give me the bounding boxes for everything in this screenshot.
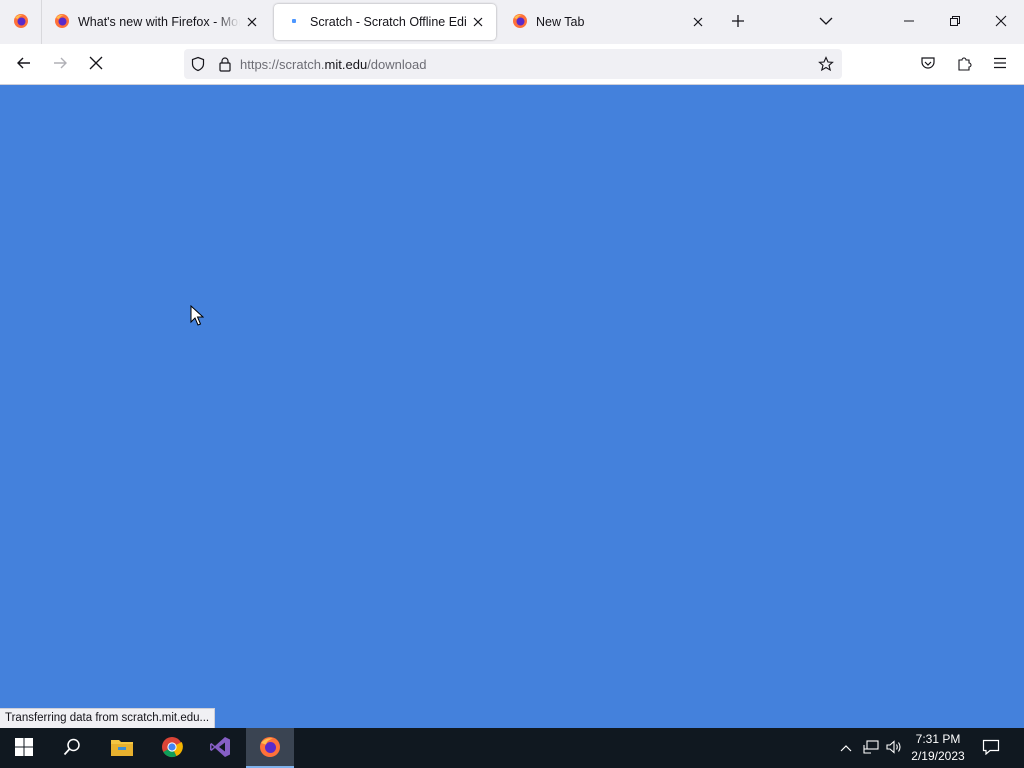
firefox-icon xyxy=(13,13,29,32)
url-text[interactable]: https://scratch.mit.edu/download xyxy=(240,57,426,72)
minimize-button[interactable] xyxy=(886,0,932,44)
tab-title: Scratch - Scratch Offline Editor xyxy=(310,15,466,29)
arrow-right-icon xyxy=(52,55,68,74)
puzzle-icon xyxy=(956,55,972,74)
app-menu-button[interactable] xyxy=(984,48,1016,80)
notification-icon xyxy=(982,739,1000,758)
close-tab-icon[interactable] xyxy=(690,14,706,30)
shield-icon[interactable] xyxy=(190,56,206,72)
restore-icon xyxy=(949,15,961,30)
stop-icon xyxy=(89,56,103,73)
firefox-icon xyxy=(259,736,281,761)
chrome-icon xyxy=(161,736,183,761)
bookmark-star-icon[interactable] xyxy=(818,56,834,72)
action-center-button[interactable] xyxy=(978,728,1004,768)
close-tab-icon[interactable] xyxy=(244,14,260,30)
clock-date: 2/19/2023 xyxy=(911,749,965,763)
taskbar-visual-studio[interactable] xyxy=(196,728,244,768)
pocket-button[interactable] xyxy=(912,48,944,80)
taskbar-firefox[interactable] xyxy=(246,728,294,768)
minimize-icon xyxy=(903,15,915,30)
navigation-toolbar: https://scratch.mit.edu/download xyxy=(0,44,1024,85)
new-tab-button[interactable] xyxy=(722,6,754,38)
tab-scratch[interactable]: Scratch - Scratch Offline Editor xyxy=(274,4,496,40)
tab-title: What's new with Firefox - More xyxy=(78,15,240,29)
firefox-view-button[interactable] xyxy=(0,0,42,44)
tab-title: New Tab xyxy=(536,15,585,29)
firefox-icon xyxy=(54,13,70,32)
chevron-down-icon xyxy=(819,15,833,29)
close-icon xyxy=(995,15,1007,30)
tab-whats-new[interactable]: What's new with Firefox - More xyxy=(42,4,270,40)
taskbar-file-explorer[interactable] xyxy=(98,728,146,768)
status-panel: Transferring data from scratch.mit.edu..… xyxy=(0,708,216,728)
volume-tray-button[interactable] xyxy=(884,728,904,768)
start-button[interactable] xyxy=(0,728,48,768)
tab-new-tab[interactable]: New Tab xyxy=(500,4,716,40)
close-window-button[interactable] xyxy=(978,0,1024,44)
visual-studio-icon xyxy=(209,736,231,761)
extensions-button[interactable] xyxy=(948,48,980,80)
windows-taskbar: 7:31 PM 2/19/2023 xyxy=(0,728,1024,768)
close-tab-icon[interactable] xyxy=(470,14,486,30)
volume-icon xyxy=(886,739,902,757)
page-content[interactable] xyxy=(0,85,1024,728)
restore-button[interactable] xyxy=(932,0,978,44)
pocket-icon xyxy=(920,55,936,74)
url-host: mit.edu xyxy=(324,56,368,72)
url-prefix: https://scratch. xyxy=(240,56,325,72)
network-icon xyxy=(863,739,879,757)
search-icon xyxy=(63,738,81,759)
plus-icon xyxy=(731,14,745,31)
firefox-icon xyxy=(512,13,528,32)
taskbar-search-button[interactable] xyxy=(48,728,96,768)
chevron-up-icon xyxy=(840,741,852,755)
clock-time: 7:31 PM xyxy=(915,732,961,746)
show-hidden-icons-button[interactable] xyxy=(836,728,856,768)
file-explorer-icon xyxy=(110,737,134,760)
taskbar-chrome[interactable] xyxy=(148,728,196,768)
tab-strip: What's new with Firefox - More Scratch -… xyxy=(0,0,1024,44)
lock-icon[interactable] xyxy=(218,56,232,72)
url-path: /download xyxy=(367,56,427,72)
windows-start-icon xyxy=(15,737,33,759)
taskbar-clock[interactable]: 7:31 PM 2/19/2023 xyxy=(906,731,970,765)
list-all-tabs-button[interactable] xyxy=(810,6,842,38)
forward-button[interactable] xyxy=(44,48,76,80)
arrow-left-icon xyxy=(16,55,32,74)
back-button[interactable] xyxy=(8,48,40,80)
scratch-favicon-icon xyxy=(286,13,302,32)
stop-loading-button[interactable] xyxy=(80,48,112,80)
hamburger-menu-icon xyxy=(993,57,1007,72)
network-tray-button[interactable] xyxy=(860,728,882,768)
mouse-cursor-icon xyxy=(190,304,205,330)
url-bar[interactable]: https://scratch.mit.edu/download xyxy=(184,49,842,79)
